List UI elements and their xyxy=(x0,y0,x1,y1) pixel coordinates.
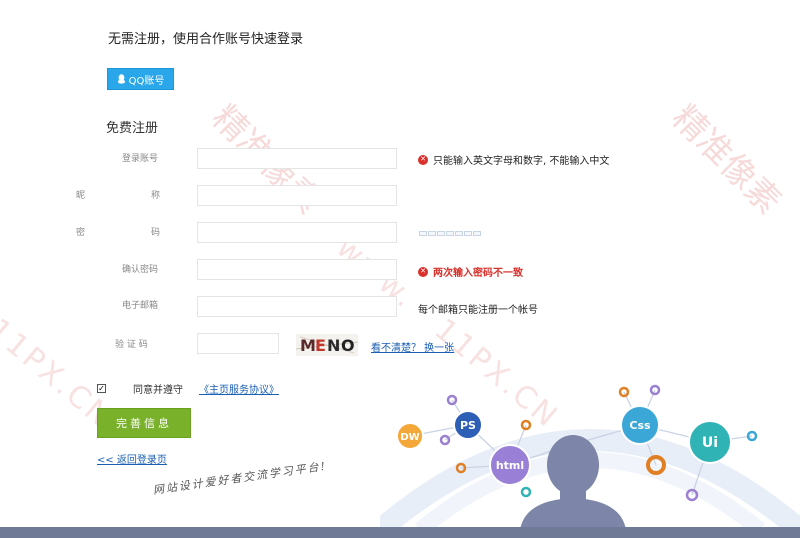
agree-text: 同意并遵守 xyxy=(133,385,183,396)
captcha-letter: N xyxy=(327,336,340,355)
nickname-label-right: 称 xyxy=(151,191,161,201)
watermark-right: 精准像素 xyxy=(664,97,789,223)
nickname-input[interactable] xyxy=(197,185,397,206)
strength-cell xyxy=(473,231,481,236)
ui-badge-text: Ui xyxy=(702,435,718,451)
email-input[interactable] xyxy=(197,296,397,317)
strength-cell xyxy=(428,231,436,236)
footer-bar xyxy=(0,527,800,538)
dw-badge-text: DW xyxy=(400,432,419,443)
strength-cell xyxy=(464,231,472,236)
confirm-password-error: ✕ 两次输入密码不一致 xyxy=(418,264,523,279)
html-badge-text: html xyxy=(496,459,524,472)
captcha-image[interactable]: M E N O xyxy=(295,334,359,356)
slogan: 网站设计爱好者交流学习平台! xyxy=(152,459,328,497)
ui-badge: Ui xyxy=(688,420,732,464)
html-badge: html xyxy=(489,444,531,486)
back-to-login-link[interactable]: << 返回登录页 xyxy=(97,451,167,466)
decor-dot xyxy=(520,486,532,498)
strength-cell xyxy=(437,231,445,236)
illustration: DW PS html Css Ui xyxy=(380,384,800,530)
account-input[interactable] xyxy=(197,148,397,169)
captcha-letter: E xyxy=(315,336,326,355)
password-strength-meter xyxy=(419,231,481,236)
error-icon: ✕ xyxy=(418,266,428,277)
error-icon: ✕ xyxy=(418,154,428,165)
captcha-letter: M xyxy=(300,336,316,355)
quick-login-title: 无需注册，使用合作账号快速登录 xyxy=(108,32,304,47)
qq-login-button[interactable]: QQ账号 xyxy=(107,68,174,90)
strength-cell xyxy=(419,231,427,236)
service-agreement-link[interactable]: 《主页服务协议》 xyxy=(199,381,279,396)
qq-login-label: QQ账号 xyxy=(128,75,165,87)
css-badge: Css xyxy=(620,405,660,445)
confirm-password-label: 确认密码 xyxy=(122,265,159,275)
account-error: ✕ 只能输入英文字母和数字, 不能输入中文 xyxy=(418,152,609,167)
captcha-refresh-link[interactable]: 看不清楚？ 换一张 xyxy=(371,339,454,354)
qq-icon xyxy=(117,74,125,84)
email-label: 电子邮箱 xyxy=(122,301,159,311)
account-label: 登录账号 xyxy=(122,154,159,164)
password-label-right: 码 xyxy=(151,228,161,238)
confirm-password-input[interactable] xyxy=(197,259,397,280)
captcha-label: 验 证 码 xyxy=(115,340,148,350)
captcha-letter: O xyxy=(341,336,355,355)
nickname-label-left: 昵 xyxy=(76,191,86,201)
confirm-password-error-text: 两次输入密码不一致 xyxy=(433,268,523,279)
ps-badge: PS xyxy=(453,410,483,440)
ps-badge-text: PS xyxy=(460,419,476,432)
agree-checkbox[interactable]: ✓ xyxy=(97,384,106,393)
email-hint: 每个邮箱只能注册一个帐号 xyxy=(418,305,538,316)
dw-badge: DW xyxy=(396,422,424,450)
strength-cell xyxy=(446,231,454,236)
submit-button[interactable]: 完善信息 xyxy=(97,408,191,438)
register-title: 免费注册 xyxy=(106,121,159,136)
password-label-left: 密 xyxy=(76,228,86,238)
account-error-text: 只能输入英文字母和数字, 不能输入中文 xyxy=(433,156,610,167)
captcha-input[interactable] xyxy=(197,333,279,354)
password-input[interactable] xyxy=(197,222,397,243)
strength-cell xyxy=(455,231,463,236)
css-badge-text: Css xyxy=(629,419,651,432)
